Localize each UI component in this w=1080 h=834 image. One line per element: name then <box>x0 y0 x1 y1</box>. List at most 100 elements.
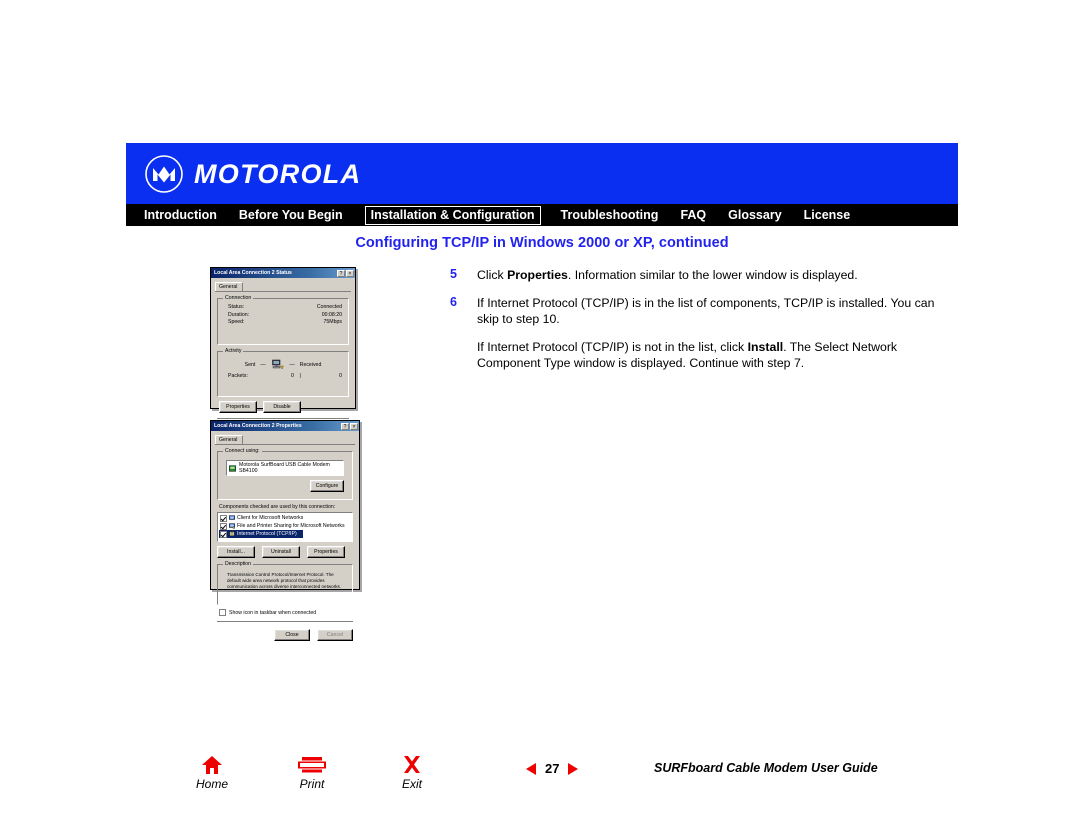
connect-using-label: Connect using: <box>223 448 262 454</box>
exit-button[interactable]: Exit <box>386 754 438 791</box>
tab-general[interactable]: General <box>215 435 244 444</box>
tab-general[interactable]: General <box>215 282 244 291</box>
window-controls: ? × <box>337 269 354 277</box>
activity-dash-right: — <box>289 361 295 368</box>
taskbar-icon-option[interactable]: Show icon in taskbar when connected <box>219 609 353 616</box>
close-window-button[interactable]: × <box>350 422 358 430</box>
step-6-continued: If Internet Protocol (TCP/IP) is not in … <box>477 339 955 372</box>
window-body: General Connect using: Motorola SurfBoar… <box>211 431 359 645</box>
install-button[interactable]: Install... <box>217 546 255 558</box>
exit-glyph <box>386 754 438 776</box>
component-label: Internet Protocol (TCP/IP) <box>237 531 297 537</box>
component-checkbox[interactable] <box>220 522 227 530</box>
duration-value: 00:08:20 <box>321 311 342 318</box>
activity-group-label: Activity <box>223 348 244 354</box>
nav-item-before-you-begin[interactable]: Before You Begin <box>239 208 343 222</box>
component-label: Client for Microsoft Networks <box>237 515 304 521</box>
nav-item-faq[interactable]: FAQ <box>680 208 706 222</box>
adapter-name: Motorola SurfBoard USB Cable Modem SB410… <box>239 462 330 474</box>
printer-icon <box>298 757 326 773</box>
next-page-arrow-icon[interactable] <box>568 762 579 775</box>
status-row: Status: Connected <box>224 304 342 312</box>
step-text-bold: Properties <box>507 268 568 282</box>
description-text: Transmission Control Protocol/Internet P… <box>227 572 342 589</box>
footer-actions: Home Print Exit <box>186 754 438 791</box>
packets-row: Packets: 0 | 0 <box>224 373 342 379</box>
nav-item-license[interactable]: License <box>804 208 851 222</box>
packets-separator: | <box>299 373 301 379</box>
activity-sent-label: Sent <box>244 361 256 368</box>
guide-title: SURFboard Cable Modem User Guide <box>654 761 878 775</box>
close-button[interactable]: Close <box>274 629 310 641</box>
step-body: Click Properties. Information similar to… <box>477 267 858 284</box>
local-area-connection-status-window: Local Area Connection 2 Status ? × Gener… <box>210 267 356 440</box>
adapter-field[interactable]: Motorola SurfBoard USB Cable Modem SB410… <box>226 460 344 476</box>
nav-item-installation-configuration[interactable]: Installation & Configuration <box>364 205 541 225</box>
prev-page-arrow-icon[interactable] <box>526 762 536 775</box>
duration-row: Duration: 00:08:20 <box>224 312 342 320</box>
window-title: Local Area Connection 2 Status <box>214 269 292 277</box>
list-item[interactable]: Internet Protocol (TCP/IP) <box>219 530 303 538</box>
help-button[interactable]: ? <box>341 422 349 430</box>
tabstrip: General <box>215 281 351 292</box>
step-text-bold: Install <box>747 339 784 354</box>
component-checkbox[interactable] <box>220 530 227 538</box>
step-number: 5 <box>450 267 457 281</box>
step-text-part: If Internet Protocol (TCP/IP) is not in … <box>477 339 748 354</box>
protocol-icon <box>229 531 235 537</box>
network-adapter-icon <box>229 464 236 472</box>
home-glyph <box>186 754 238 776</box>
page-navigation: 27 <box>526 761 579 776</box>
properties-button[interactable]: Properties <box>219 401 257 413</box>
share-icon <box>229 523 235 529</box>
component-action-buttons: Install... Uninstall Properties <box>217 546 353 558</box>
list-item[interactable]: Client for Microsoft Networks <box>219 514 351 522</box>
close-window-button[interactable]: × <box>346 269 354 277</box>
properties-footer: Close Cancel <box>215 629 353 641</box>
brand-banner: MOTOROLA <box>126 143 958 204</box>
nav-item-troubleshooting[interactable]: Troubleshooting <box>561 208 659 222</box>
home-label: Home <box>195 777 228 791</box>
page-footer: Home Print Exit 27 SURFboard Cable Modem… <box>126 754 958 794</box>
speed-row: Speed: 75Mbps <box>224 319 342 327</box>
uninstall-button[interactable]: Uninstall <box>262 546 300 558</box>
step-5: 5 Click Properties. Information similar … <box>450 267 955 284</box>
packets-received-value: 0 <box>339 373 342 379</box>
taskbar-icon-checkbox[interactable] <box>219 609 226 616</box>
activity-group: Activity Sent — — Received Packets: 0 | … <box>217 348 349 397</box>
activity-received-label: Received <box>299 361 322 368</box>
motorola-batwing-icon <box>145 155 183 193</box>
speed-value: 75Mbps <box>323 319 342 325</box>
description-group: Description Transmission Control Protoco… <box>217 561 353 605</box>
status-action-buttons: Properties Disable <box>219 401 349 413</box>
home-button[interactable]: Home <box>186 754 238 791</box>
connection-group-label: Connection <box>223 295 254 301</box>
list-item[interactable]: File and Printer Sharing for Microsoft N… <box>219 522 351 530</box>
components-listbox[interactable]: Client for Microsoft Networks File and P… <box>217 512 353 542</box>
status-value: Connected <box>316 304 342 310</box>
component-label: File and Printer Sharing for Microsoft N… <box>237 523 345 529</box>
page-number: 27 <box>545 761 560 776</box>
component-checkbox[interactable] <box>220 514 227 522</box>
packets-label: Packets: <box>228 373 248 379</box>
step-number: 6 <box>450 294 457 309</box>
main-navigation: Introduction Before You Begin Installati… <box>126 204 958 226</box>
disable-button[interactable]: Disable <box>263 401 301 413</box>
window-titlebar[interactable]: Local Area Connection 2 Properties ? × <box>211 421 359 431</box>
local-area-connection-properties-window: Local Area Connection 2 Properties ? × G… <box>210 420 360 641</box>
component-properties-button[interactable]: Properties <box>307 546 345 558</box>
activity-dash-left: — <box>260 361 266 368</box>
step-text-part: Click <box>477 268 508 282</box>
window-titlebar[interactable]: Local Area Connection 2 Status ? × <box>211 268 355 278</box>
connection-group: Connection Status: Connected Duration: 0… <box>217 295 349 345</box>
step-6: 6 If Internet Protocol (TCP/IP) is in th… <box>450 295 955 328</box>
nav-item-introduction[interactable]: Introduction <box>144 208 217 222</box>
configure-button[interactable]: Configure <box>310 480 344 492</box>
nav-item-glossary[interactable]: Glossary <box>728 208 782 222</box>
description-group-label: Description <box>223 561 253 567</box>
activity-indicator: Sent — — Received <box>224 359 342 370</box>
print-glyph <box>286 754 338 776</box>
help-button[interactable]: ? <box>337 269 345 277</box>
print-button[interactable]: Print <box>286 754 338 791</box>
cancel-button[interactable]: Cancel <box>317 629 353 641</box>
